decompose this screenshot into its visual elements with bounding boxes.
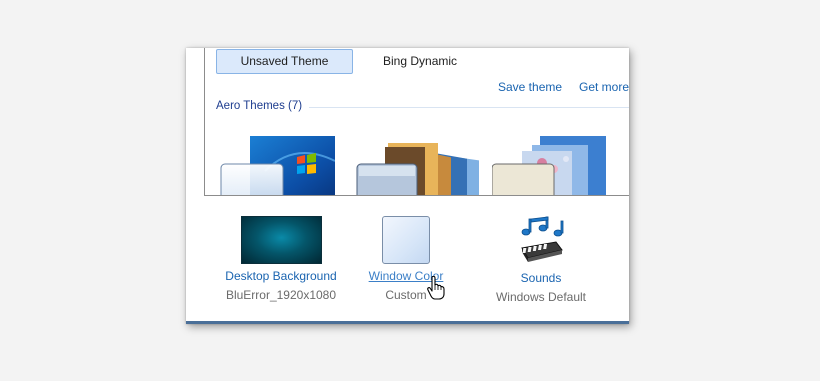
desktop-background-value: BluError_1920x1080 — [225, 288, 337, 302]
window-color-link[interactable]: Window Color — [346, 269, 466, 283]
window-bottom-border — [186, 321, 629, 324]
desktop-background-option[interactable]: Desktop Background BluError_1920x1080 — [216, 216, 346, 302]
get-more-themes-link[interactable]: Get more — [579, 80, 629, 94]
save-theme-link[interactable]: Save theme — [498, 80, 562, 94]
music-notes-icon[interactable] — [516, 216, 566, 266]
window-color-option[interactable]: Window Color Custom — [346, 216, 466, 302]
hand-cursor-icon — [427, 275, 445, 300]
bing-dynamic-tab[interactable]: Bing Dynamic — [383, 54, 457, 68]
unsaved-theme-tab[interactable]: Unsaved Theme — [216, 49, 353, 74]
personalization-window: Unsaved Theme Bing Dynamic Save theme Ge… — [186, 48, 629, 324]
sounds-value: Windows Default — [495, 290, 587, 304]
windows-7-theme-thumbnail[interactable] — [205, 131, 335, 195]
aero-themes-group-header: Aero Themes (7) — [216, 100, 303, 112]
sounds-option[interactable]: Sounds Windows Default — [486, 216, 596, 304]
sounds-link[interactable]: Sounds — [486, 271, 596, 285]
theme-list-panel: Unsaved Theme Bing Dynamic Save theme Ge… — [204, 48, 629, 196]
window-color-preview[interactable] — [382, 216, 430, 264]
landscape-theme-thumbnail[interactable] — [355, 131, 485, 195]
desktop-background-link[interactable]: Desktop Background — [216, 269, 346, 283]
window-color-value: Custom — [385, 288, 427, 302]
group-divider — [309, 107, 629, 108]
flowers-theme-thumbnail[interactable] — [492, 131, 622, 195]
desktop-background-preview[interactable] — [240, 216, 322, 264]
